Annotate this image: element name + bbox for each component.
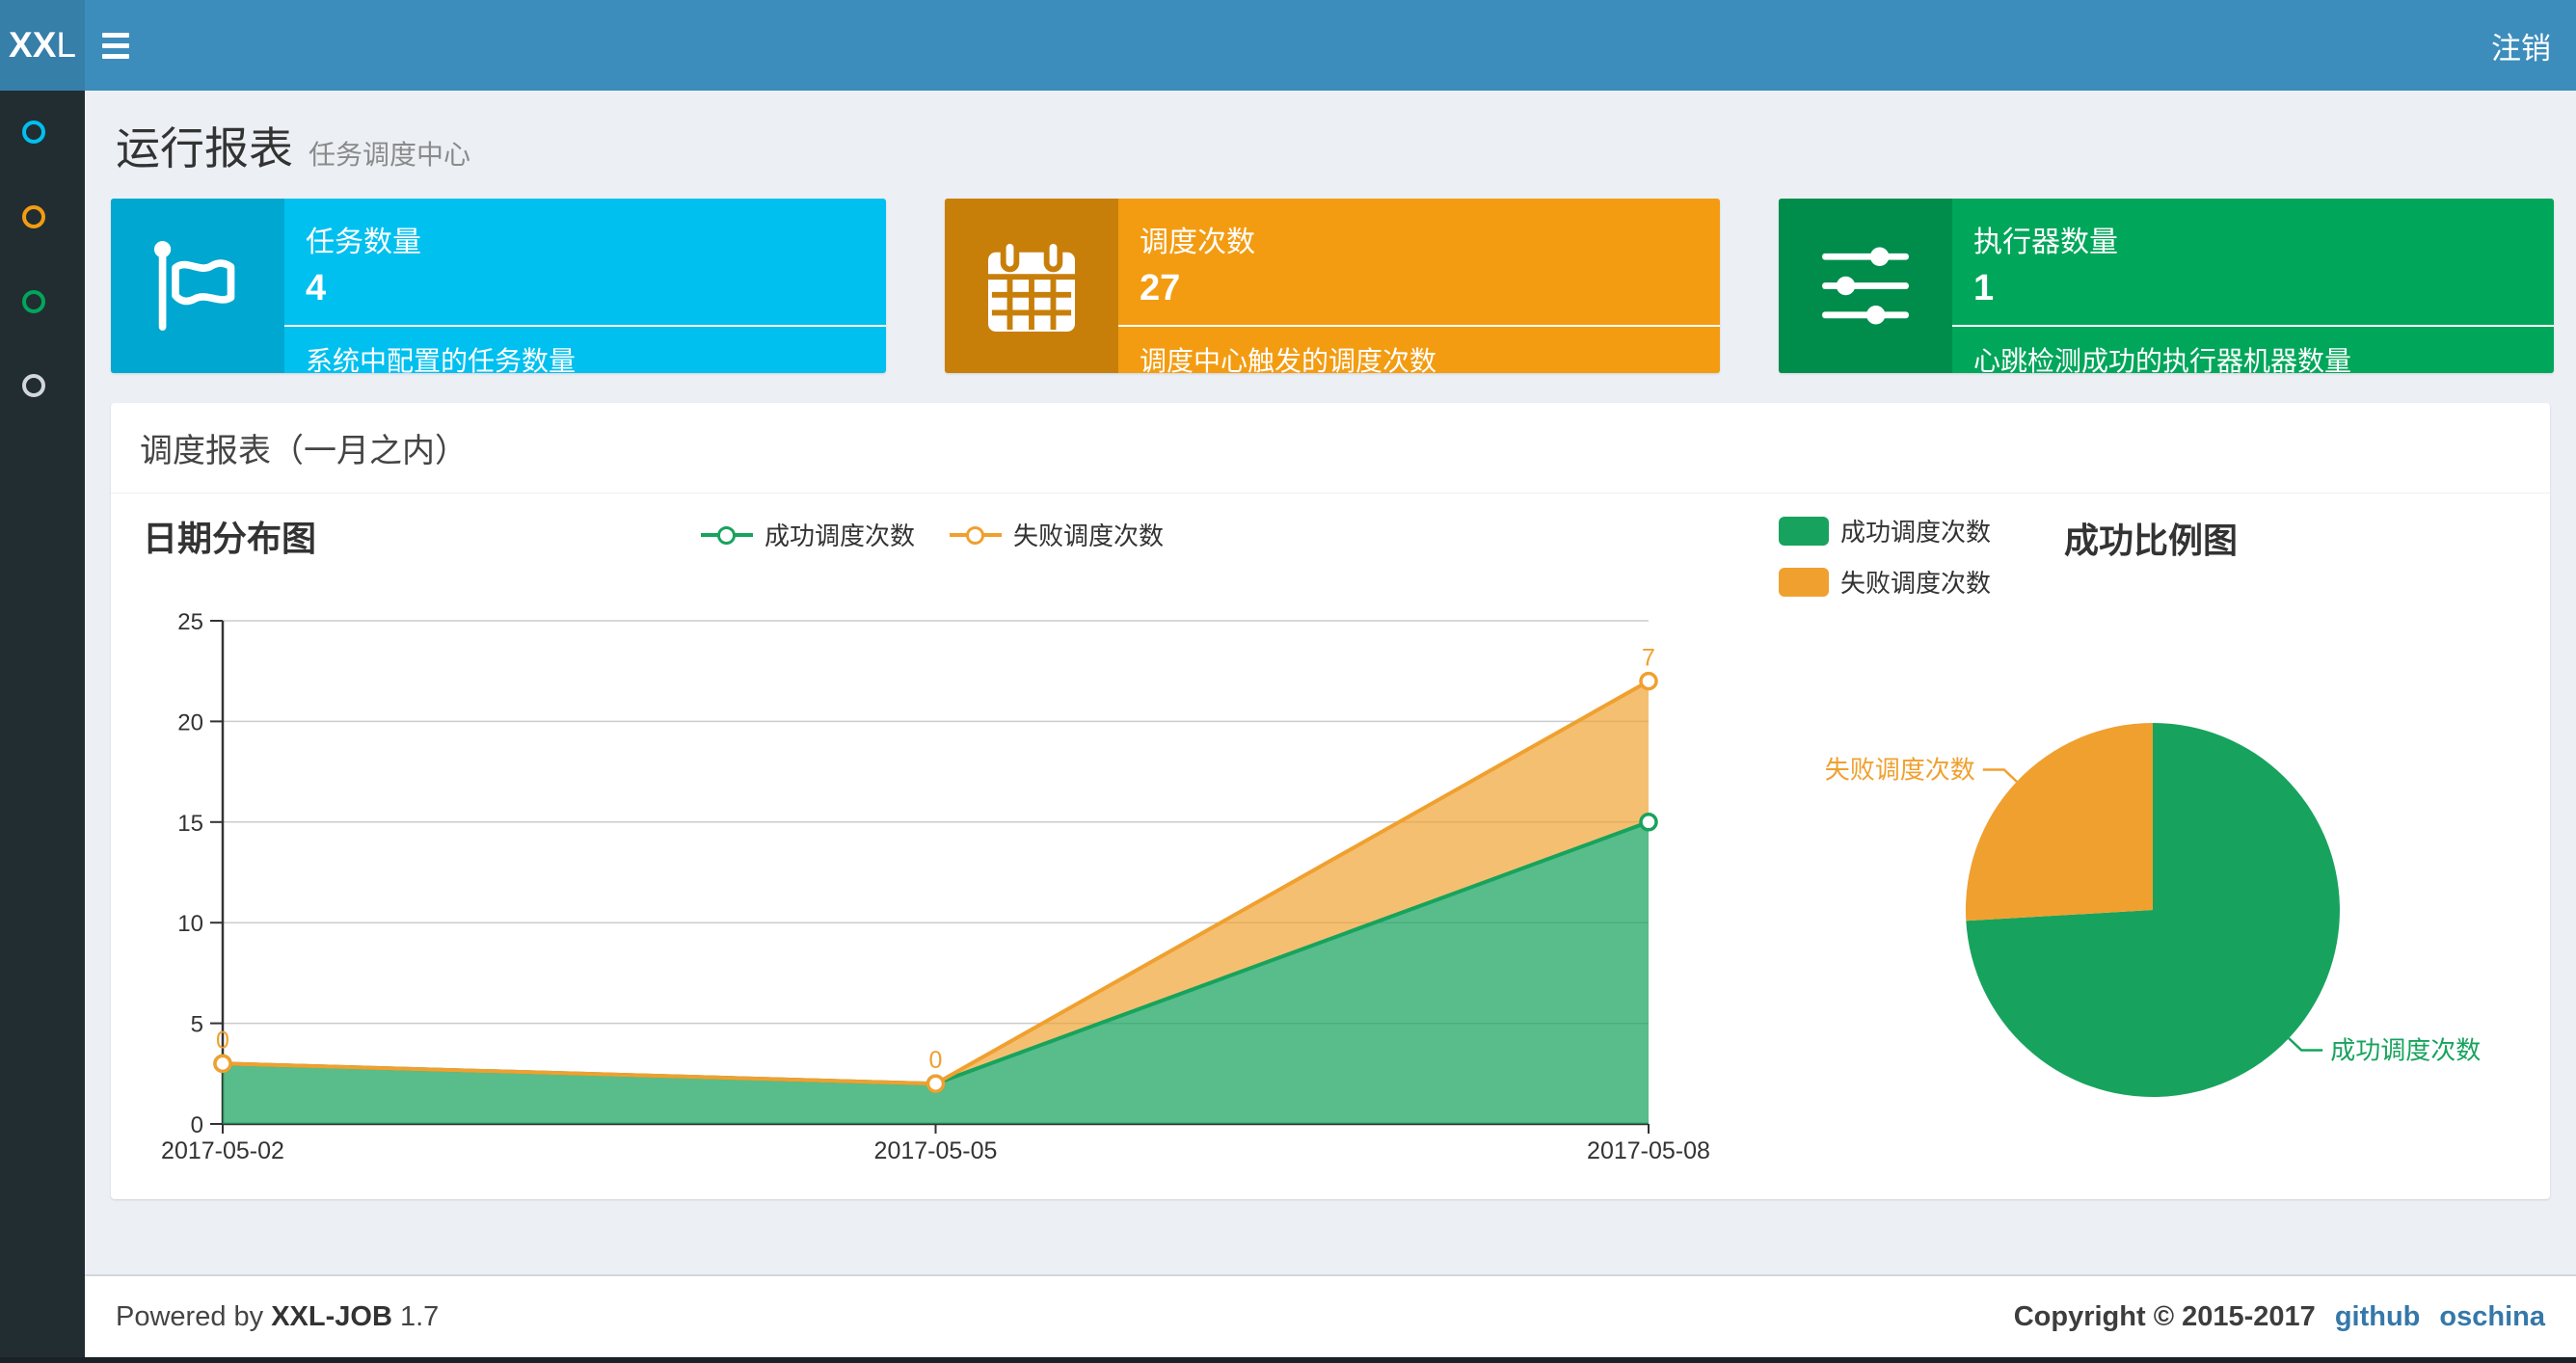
stat-card-triggers: 调度次数 27 调度中心触发的调度次数 xyxy=(945,199,1720,376)
stat-card-jobs: 任务数量 4 系统中配置的任务数量 xyxy=(111,199,886,376)
stat-card-executors: 执行器数量 1 心跳检测成功的执行器机器数量 xyxy=(1779,199,2554,376)
svg-text:0: 0 xyxy=(216,1027,229,1054)
stat-value: 4 xyxy=(306,268,327,308)
sidebar-toggle-button[interactable] xyxy=(85,0,147,91)
stat-title: 任务数量 xyxy=(306,227,421,258)
svg-text:2017-05-08: 2017-05-08 xyxy=(1587,1137,1710,1164)
product-version: 1.7 xyxy=(399,1300,440,1332)
logout-link[interactable]: 注销 xyxy=(2466,0,2576,91)
stat-divider xyxy=(1952,325,2554,327)
stat-desc: 调度中心触发的调度次数 xyxy=(1140,346,1437,376)
stat-divider xyxy=(1118,325,1720,327)
sliders-icon xyxy=(1779,199,1952,373)
copyright: Copyright © 2015-2017 xyxy=(2013,1300,2316,1332)
svg-text:25: 25 xyxy=(177,609,203,635)
stat-desc: 系统中配置的任务数量 xyxy=(306,346,577,376)
svg-text:20: 20 xyxy=(177,709,203,735)
stat-value: 27 xyxy=(1140,268,1181,308)
svg-text:失败调度次数: 失败调度次数 xyxy=(1825,756,1975,785)
hamburger-icon xyxy=(102,32,129,38)
page-subtitle: 任务调度中心 xyxy=(309,140,471,170)
sidebar-item-1-circle-icon[interactable] xyxy=(22,120,45,144)
panel-header: 调度报表（一月之内） xyxy=(111,403,2550,494)
report-panel: 调度报表（一月之内） 日期分布图 成功调度次数 失败调度次数 成功调度次数 失败调度… xyxy=(111,403,2550,1199)
svg-text:15: 15 xyxy=(177,811,203,837)
svg-text:成功调度次数: 成功调度次数 xyxy=(2330,1035,2481,1064)
sidebar-item-4-circle-icon[interactable] xyxy=(22,374,45,397)
flag-icon xyxy=(111,199,284,373)
logo-light: L xyxy=(56,25,76,65)
svg-text:10: 10 xyxy=(177,911,203,937)
stat-title: 执行器数量 xyxy=(1973,227,2118,258)
charts-canvas: 05101520252017-05-02 2017-05-05 2017-05-08… xyxy=(161,609,2481,1164)
screen: XX L 注销 运行报表 任务调度中心 任务数量 4 系统中配置的任务数量 调度… xyxy=(0,0,2576,1363)
stat-divider xyxy=(284,325,886,327)
sidebar-item-2-circle-icon[interactable] xyxy=(22,205,45,228)
logo-bold: XX xyxy=(9,25,57,65)
stat-desc: 心跳检测成功的执行器机器数量 xyxy=(1973,346,2352,376)
page-header: 运行报表 任务调度中心 xyxy=(85,91,2576,177)
content-area: 运行报表 任务调度中心 任务数量 4 系统中配置的任务数量 调度次数 27 调度… xyxy=(85,91,2576,1357)
oschina-link[interactable]: oschina xyxy=(2439,1301,2545,1333)
sidebar-item-3-circle-icon[interactable] xyxy=(22,290,45,313)
page-title: 运行报表 xyxy=(116,123,293,174)
sidebar xyxy=(0,91,85,1357)
footer: Powered by XXL-JOB 1.7 Copyright © 2015-… xyxy=(85,1274,2576,1357)
product-name: XXL-JOB xyxy=(271,1300,392,1332)
svg-text:2017-05-02: 2017-05-02 xyxy=(161,1137,284,1164)
svg-text:0: 0 xyxy=(191,1112,203,1138)
stat-title: 调度次数 xyxy=(1140,227,1255,258)
app-logo[interactable]: XX L xyxy=(0,0,85,91)
svg-text:0: 0 xyxy=(929,1047,943,1074)
svg-text:7: 7 xyxy=(1642,645,1655,672)
svg-text:2017-05-05: 2017-05-05 xyxy=(874,1137,998,1164)
stat-value: 1 xyxy=(1973,268,1995,308)
github-link[interactable]: github xyxy=(2335,1301,2421,1333)
panel-title: 调度报表（一月之内） xyxy=(140,433,468,469)
svg-text:5: 5 xyxy=(191,1012,203,1038)
app-header: XX L 注销 xyxy=(0,0,2576,91)
powered-by: Powered by XXL-JOB 1.7 xyxy=(116,1300,440,1332)
calendar-icon xyxy=(945,199,1118,373)
